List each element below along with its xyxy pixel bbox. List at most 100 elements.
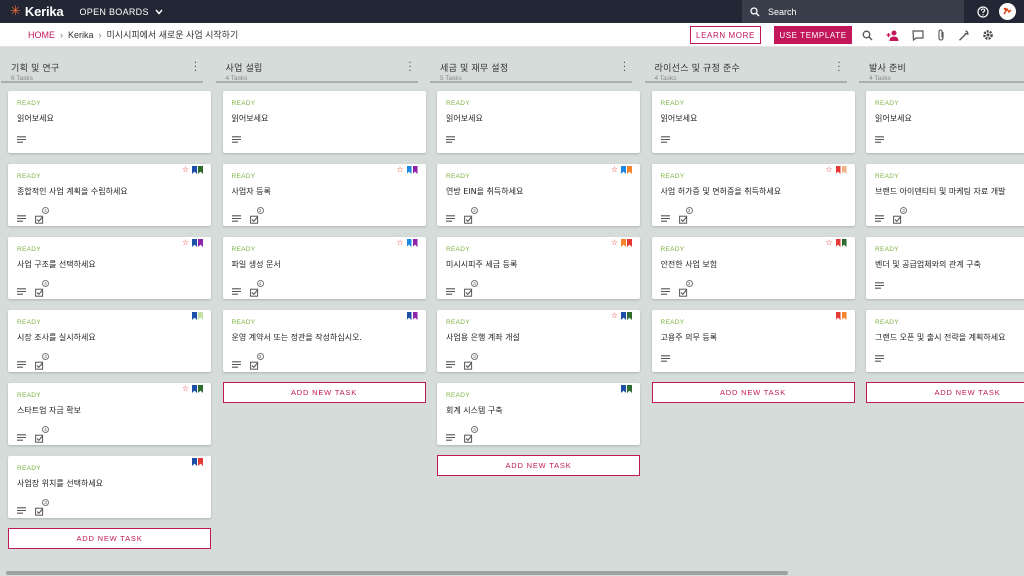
task-card[interactable]: READY 시장 조사를 실시하세요 3	[8, 310, 211, 372]
task-card[interactable]: ☆ READY 사업 허가증 및 면허증을 취득하세요 3	[651, 164, 855, 228]
task-card[interactable]: READY 읽어보세요	[437, 91, 640, 153]
task-card[interactable]: READY 읽어보세요	[8, 91, 211, 153]
task-card[interactable]: READY 사업장 위치를 선택하세요 3	[8, 456, 211, 518]
task-title: 안전한 사업 보험	[660, 260, 718, 269]
task-status: READY	[446, 173, 470, 180]
column-menu-icon[interactable]: · · ·	[837, 59, 840, 77]
board-tools	[862, 26, 994, 44]
task-card[interactable]: READY 고용주 의무 등록	[651, 310, 855, 372]
search-icon[interactable]	[862, 30, 873, 41]
checklist-count: 4	[256, 280, 264, 287]
star-icon[interactable]: ☆	[825, 239, 832, 247]
use-template-button[interactable]: USE TEMPLATE	[774, 26, 852, 44]
breadcrumb-org[interactable]: Kerika	[68, 30, 94, 40]
task-card[interactable]: READY 읽어보세요	[222, 91, 426, 153]
star-icon[interactable]: ☆	[182, 239, 189, 247]
task-card[interactable]: ☆ READY 사업용 은행 계좌 개설 3	[437, 310, 640, 372]
task-card[interactable]: READY 벤더 및 공급업체와의 관계 구축	[866, 237, 1024, 299]
task-card[interactable]: ☆ READY 미시시피주 세금 등록 3	[437, 237, 640, 299]
description-icon	[231, 288, 241, 295]
task-card[interactable]: READY 읽어보세요	[651, 91, 855, 153]
gear-icon[interactable]	[982, 29, 994, 41]
column-title[interactable]: 사업 설립	[226, 61, 408, 74]
description-icon	[660, 136, 670, 143]
task-title: 종합적인 사업 계획을 수립하세요	[17, 187, 128, 196]
checklist-icon: 4	[249, 280, 264, 301]
column-title[interactable]: 라이선스 및 규정 준수	[655, 61, 837, 74]
card-footer-icons: 3	[17, 353, 49, 374]
chat-icon[interactable]	[912, 29, 924, 41]
bookmark-tag-icon	[192, 166, 197, 174]
checklist-icon: 4	[35, 426, 49, 447]
column-title[interactable]: 세금 및 재무 설정	[440, 61, 622, 74]
column-header: 기획 및 연구 6 Tasks · · ·	[1, 47, 203, 83]
column-title[interactable]: 발사 준비	[869, 61, 1024, 74]
checklist-count: 3	[256, 353, 264, 360]
card-footer-icons: 3	[660, 207, 693, 228]
star-icon[interactable]: ☆	[182, 385, 189, 393]
kerika-logo[interactable]: ✳ Kerika	[10, 4, 64, 19]
task-status: READY	[446, 392, 470, 399]
task-card[interactable]: READY 브랜드 아이덴티티 및 마케팅 자료 개발 3	[866, 164, 1024, 226]
breadcrumb-board-name: 미시시피에서 새로운 사업 시작하기	[106, 30, 239, 40]
add-person-icon[interactable]	[886, 30, 899, 41]
card-tags	[192, 312, 203, 320]
column-title[interactable]: 기획 및 연구	[11, 61, 193, 74]
search-bar[interactable]: Search	[742, 0, 964, 23]
card-tags	[406, 312, 418, 320]
task-status: READY	[446, 100, 470, 107]
add-new-task-button[interactable]: ADD NEW TASK	[8, 528, 211, 549]
board-column: 기획 및 연구 6 Tasks · · · READY 읽어보세요 ☆ READY 종합적인 사업…	[0, 47, 211, 567]
horizontal-scrollbar[interactable]	[6, 571, 788, 575]
card-footer-icons: 4	[17, 207, 49, 228]
task-title: 회계 시스템 구축	[446, 406, 503, 415]
add-new-task-button[interactable]: ADD NEW TASK	[651, 382, 855, 403]
column-menu-icon[interactable]: · · ·	[194, 59, 197, 77]
description-icon	[17, 434, 26, 441]
column-menu-icon[interactable]: · · ·	[408, 59, 411, 77]
task-card[interactable]: ☆ READY 사업 구조를 선택하세요 4	[8, 237, 211, 299]
description-icon	[231, 361, 241, 368]
task-card[interactable]: ☆ READY 종합적인 사업 계획을 수립하세요 4	[8, 164, 211, 226]
task-card[interactable]: ☆ READY 안전한 사업 보험 3	[651, 237, 855, 299]
add-new-task-button[interactable]: ADD NEW TASK	[866, 382, 1024, 403]
bookmark-tag-icon	[841, 312, 847, 320]
checklist-count: 3	[256, 207, 264, 214]
checklist-count: 2	[471, 207, 478, 214]
star-icon[interactable]: ☆	[611, 312, 618, 320]
add-new-task-button[interactable]: ADD NEW TASK	[437, 455, 640, 476]
column-task-count: 4 Tasks	[654, 75, 677, 82]
task-card[interactable]: READY 그랜드 오픈 및 출시 전략을 계획하세요	[866, 310, 1024, 372]
add-new-task-button[interactable]: ADD NEW TASK	[222, 382, 426, 403]
task-card[interactable]: ☆ READY 파일 생성 문서 4	[222, 237, 426, 301]
user-avatar[interactable]	[999, 3, 1016, 20]
checklist-icon: 3	[249, 353, 264, 374]
checklist-icon: 3	[464, 353, 478, 374]
task-card[interactable]: ☆ READY 연방 EIN을 취득하세요 2	[437, 164, 640, 226]
star-icon[interactable]: ☆	[396, 166, 403, 174]
star-icon[interactable]: ☆	[611, 239, 618, 247]
task-card[interactable]: READY 회계 시스템 구축 3	[437, 383, 640, 445]
bookmark-tag-icon	[835, 312, 841, 320]
attachment-icon[interactable]	[937, 29, 945, 41]
open-boards-menu[interactable]: OPEN BOARDS	[79, 7, 163, 17]
wrench-icon[interactable]	[958, 29, 969, 41]
task-title: 파일 생성 문서	[231, 260, 281, 269]
board-header-bar: HOME › Kerika › 미시시피에서 새로운 사업 시작하기 LEARN…	[0, 23, 1024, 47]
checklist-count: 3	[471, 280, 478, 287]
task-card[interactable]: ☆ READY 스타트업 자금 확보 4	[8, 383, 211, 445]
column-menu-icon[interactable]: · · ·	[623, 59, 626, 77]
checklist-icon: 3	[893, 207, 907, 228]
star-icon[interactable]: ☆	[825, 166, 832, 174]
task-card[interactable]: READY 운영 계약서 또는 정관을 작성하십시오. 3	[222, 310, 426, 374]
column-task-count: 5 Tasks	[440, 75, 462, 82]
task-status: READY	[875, 173, 899, 180]
breadcrumb-home[interactable]: HOME	[28, 30, 55, 40]
star-icon[interactable]: ☆	[611, 166, 618, 174]
learn-more-button[interactable]: LEARN MORE	[690, 26, 761, 44]
help-icon[interactable]	[977, 5, 989, 18]
star-icon[interactable]: ☆	[182, 166, 189, 174]
task-card[interactable]: ☆ READY 사업자 등록 3	[222, 164, 426, 226]
star-icon[interactable]: ☆	[396, 239, 403, 247]
task-card[interactable]: READY 읽어보세요	[866, 91, 1024, 153]
